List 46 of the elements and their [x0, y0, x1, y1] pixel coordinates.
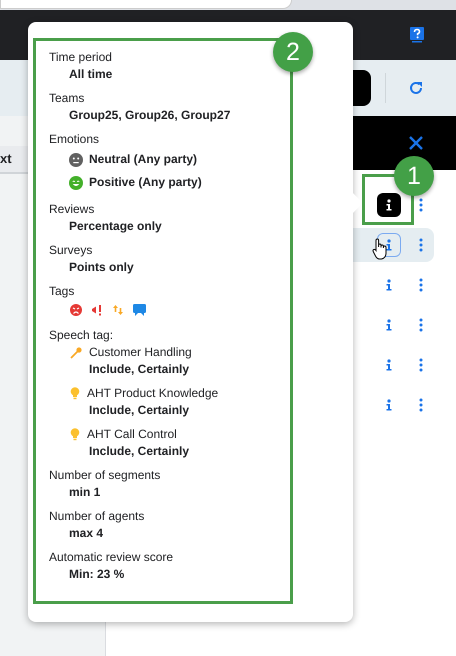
speech-tag-name: AHT Call Control	[87, 426, 177, 443]
field-value: Group25, Group26, Group27	[68, 107, 232, 124]
field-value: max 4	[68, 525, 104, 542]
close-icon[interactable]	[408, 135, 424, 151]
more-icon[interactable]	[419, 198, 423, 212]
more-icon[interactable]	[419, 238, 423, 252]
info-icon	[385, 199, 393, 211]
field-value: All time	[68, 66, 114, 83]
more-icon[interactable]	[419, 318, 423, 332]
smiley-icon	[69, 176, 83, 190]
speech-tag-value: Include, Certainly	[88, 443, 190, 460]
help-icon[interactable]	[410, 27, 424, 43]
speech-tag-value: Include, Certainly	[88, 361, 190, 378]
field-label: Number of segments	[49, 467, 162, 484]
refresh-icon[interactable]	[408, 80, 424, 96]
field-label: Teams	[49, 90, 86, 107]
more-icon[interactable]	[419, 358, 423, 372]
lightbulb-icon	[70, 428, 80, 441]
field-label: Speech tag:	[49, 327, 114, 344]
field-label: Tags	[49, 283, 76, 300]
more-icon[interactable]	[419, 398, 423, 412]
megaphone-alert-icon	[91, 304, 103, 316]
field-label: Time period	[49, 49, 113, 66]
chat-icon	[133, 304, 146, 316]
emotion-value: Positive (Any party)	[89, 174, 202, 191]
more-icon[interactable]	[419, 278, 423, 292]
speech-tag-name: Customer Handling	[89, 344, 192, 361]
up-down-arrows-icon	[112, 304, 124, 316]
speech-tag-name: AHT Product Knowledge	[87, 385, 218, 402]
info-button[interactable]	[377, 193, 401, 217]
field-label: Reviews	[49, 201, 96, 218]
hand-cursor-icon	[372, 238, 388, 260]
neutral-face-icon	[69, 152, 83, 166]
speech-tag-value: Include, Certainly	[88, 402, 190, 419]
emotion-value: Neutral (Any party)	[89, 151, 198, 168]
field-label: Number of agents	[49, 508, 146, 525]
field-value: Points only	[68, 259, 135, 276]
lightbulb-icon	[70, 387, 80, 400]
field-label: Emotions	[49, 131, 100, 148]
angry-face-icon	[70, 304, 82, 316]
field-value: min 1	[68, 484, 102, 501]
field-value: Percentage only	[68, 218, 163, 235]
field-value: Min: 23 %	[68, 566, 126, 583]
field-label: Surveys	[49, 242, 94, 259]
field-label: Automatic review score	[49, 549, 174, 566]
pin-icon	[70, 346, 82, 358]
